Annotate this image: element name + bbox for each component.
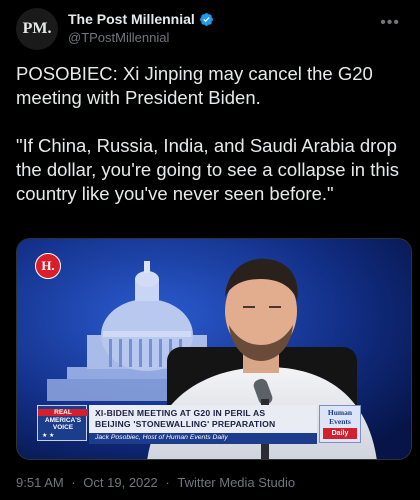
meta-separator: · (165, 475, 170, 490)
avatar-text: PM. (22, 20, 52, 37)
author-display-name[interactable]: The Post Millennial (68, 11, 195, 27)
rav-stars: ★ ★ (42, 433, 55, 439)
badge-line: Events (329, 417, 351, 426)
chyron-subline: Jack Posobiec, Host of Human Events Dail… (89, 433, 317, 444)
rav-tag-line: REAL (38, 409, 88, 416)
news-chyron: REAL AMERICA'S VOICE ★ ★ XI-BIDEN MEETIN… (37, 405, 361, 444)
tweet-source[interactable]: Twitter Media Studio (177, 475, 295, 490)
rav-tag: REAL AMERICA'S VOICE ★ ★ (37, 405, 88, 441)
tweet-header: PM. The Post Millennial @TPostMillennial… (16, 8, 404, 52)
rav-tag-line: VOICE (52, 424, 74, 431)
badge-line: Daily (323, 428, 357, 439)
tweet-text: POSOBIEC: Xi Jinping may cancel the G20 … (16, 62, 410, 206)
chyron-subline-text: Jack Posobiec, Host of Human Events Dail… (95, 434, 228, 441)
author-display-name-row[interactable]: The Post Millennial (68, 11, 214, 27)
chyron-headline-line: XI-BIDEN MEETING AT G20 IN PERIL AS (95, 408, 266, 418)
tweet-date[interactable]: Oct 19, 2022 (83, 475, 157, 490)
author-avatar[interactable]: PM. (16, 8, 58, 50)
author-name-block[interactable]: The Post Millennial @TPostMillennial (68, 11, 214, 45)
meta-separator: · (71, 475, 76, 490)
rav-tag-line: AMERICA'S (44, 417, 82, 424)
chyron-headline: XI-BIDEN MEETING AT G20 IN PERIL AS BEIJ… (89, 405, 317, 433)
tweet-time[interactable]: 9:51 AM (16, 475, 64, 490)
tweet-paragraph: "If China, Russia, India, and Saudi Arab… (16, 135, 400, 204)
verified-badge-icon (199, 12, 213, 26)
chyron-headline-line: BEIJING 'STONEWALLING' PREPARATION (95, 419, 276, 429)
tweet-video[interactable]: H. REAL AMERICA'S VOICE ★ ★ XI-BIDEN MEE… (16, 238, 412, 460)
tweet-meta: 9:51 AM · Oct 19, 2022 · Twitter Media S… (16, 475, 295, 490)
badge-line: Human (327, 408, 353, 417)
tweet-paragraph: POSOBIEC: Xi Jinping may cancel the G20 … (16, 63, 373, 108)
more-options-icon[interactable]: ••• (380, 14, 400, 32)
human-events-daily-badge: Human Events Daily (319, 405, 361, 443)
author-handle[interactable]: @TPostMillennial (68, 30, 214, 45)
human-events-logo: H. (35, 253, 61, 279)
